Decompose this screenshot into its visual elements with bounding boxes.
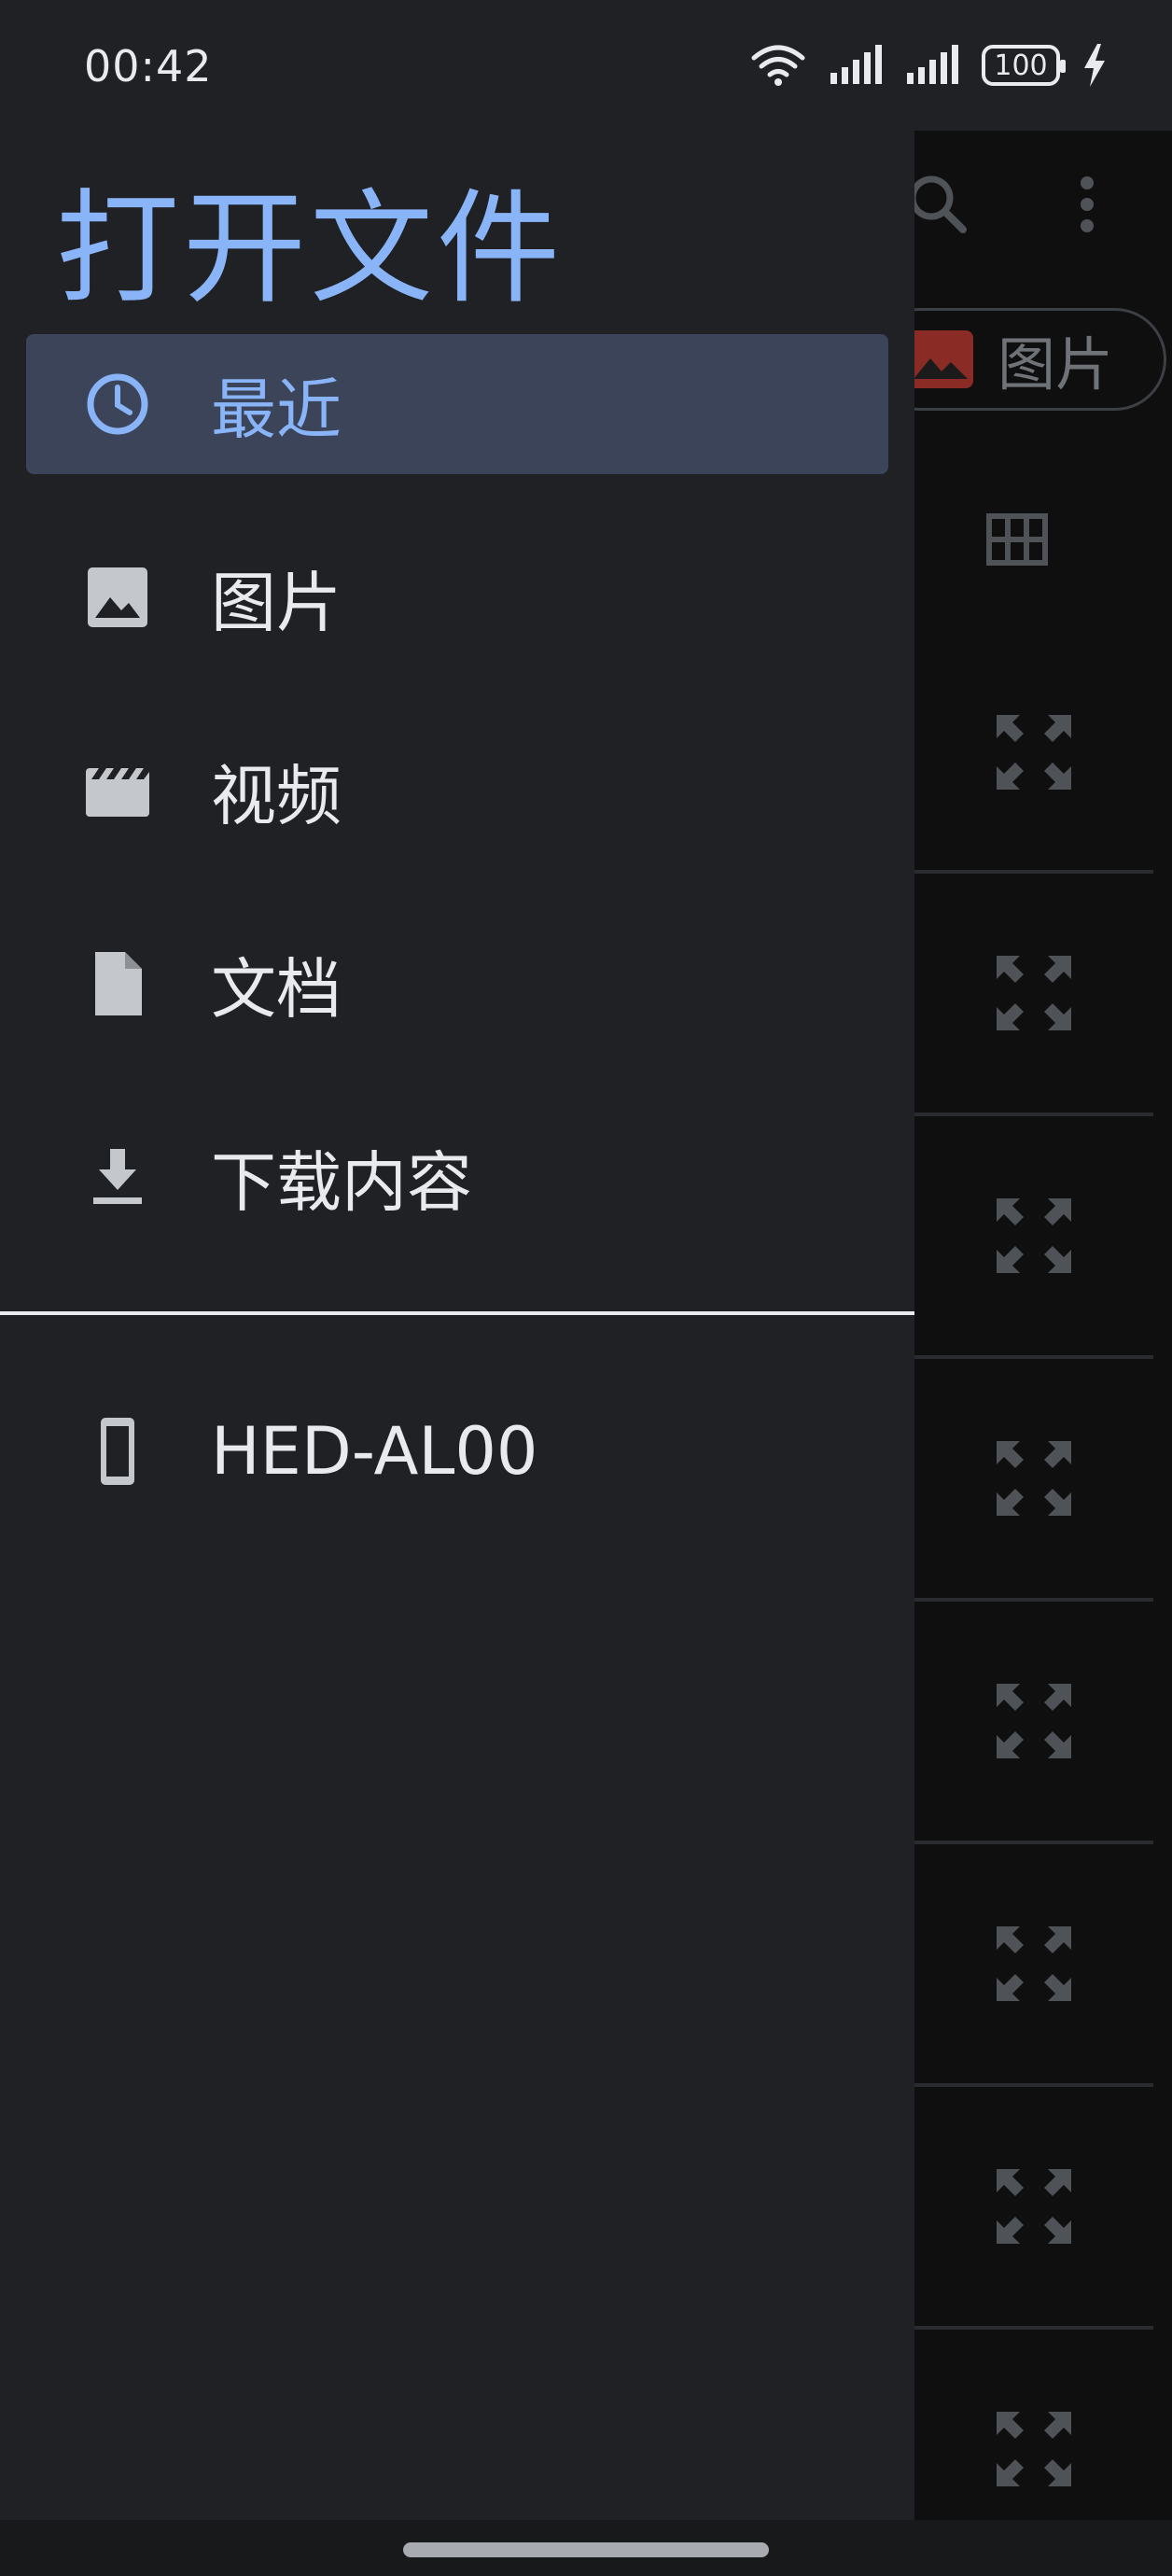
background-file-list bbox=[914, 635, 1153, 2572]
clock-icon bbox=[84, 371, 151, 438]
nav-item-recent[interactable]: 最近 bbox=[26, 334, 888, 474]
drawer-divider bbox=[0, 1311, 914, 1315]
file-card[interactable] bbox=[914, 1844, 1153, 2087]
nav-item-label: 视频 bbox=[211, 757, 342, 834]
expand-icon[interactable] bbox=[992, 951, 1076, 1035]
image-icon bbox=[908, 330, 973, 388]
file-card[interactable] bbox=[914, 1359, 1153, 1602]
signal-icon bbox=[830, 45, 882, 84]
phone-icon bbox=[84, 1418, 151, 1485]
expand-icon[interactable] bbox=[992, 1679, 1076, 1763]
expand-icon[interactable] bbox=[992, 1194, 1076, 1278]
expand-icon[interactable] bbox=[992, 710, 1076, 794]
file-card[interactable] bbox=[914, 1116, 1153, 1359]
battery-icon: 100 bbox=[982, 45, 1066, 86]
file-card[interactable] bbox=[914, 635, 1153, 874]
nav-item-label: 图片 bbox=[211, 564, 342, 641]
nav-item-label: HED-AL00 bbox=[211, 1413, 538, 1490]
battery-level: 100 bbox=[994, 49, 1048, 82]
expand-icon[interactable] bbox=[992, 2164, 1076, 2248]
charging-icon bbox=[1084, 44, 1105, 87]
file-card[interactable] bbox=[914, 874, 1153, 1116]
expand-icon[interactable] bbox=[992, 1436, 1076, 1520]
chip-label: 图片 bbox=[998, 330, 1114, 399]
document-icon bbox=[84, 950, 151, 1017]
video-icon bbox=[84, 757, 151, 824]
wifi-icon bbox=[751, 45, 805, 86]
nav-item-images[interactable]: 图片 bbox=[26, 527, 888, 667]
expand-icon[interactable] bbox=[992, 1922, 1076, 2006]
nav-item-device[interactable]: HED-AL00 bbox=[26, 1381, 888, 1521]
search-icon[interactable] bbox=[905, 172, 970, 237]
gesture-handle[interactable] bbox=[403, 2542, 769, 2557]
navigation-drawer: 打开文件 最近 图片 视频 文档 下载内容 HED-AL00 bbox=[0, 0, 914, 2576]
status-bar: 00:42 100 bbox=[0, 0, 1172, 131]
more-options-icon[interactable] bbox=[1064, 172, 1110, 237]
expand-icon[interactable] bbox=[992, 2407, 1076, 2491]
signal-icon bbox=[907, 45, 958, 84]
image-icon bbox=[84, 564, 151, 631]
nav-item-videos[interactable]: 视频 bbox=[26, 721, 888, 861]
file-card[interactable] bbox=[914, 2087, 1153, 2330]
grid-view-icon[interactable] bbox=[984, 511, 1050, 567]
nav-item-documents[interactable]: 文档 bbox=[26, 914, 888, 1054]
nav-item-label: 最近 bbox=[211, 371, 342, 448]
status-time: 00:42 bbox=[84, 41, 213, 91]
file-card[interactable] bbox=[914, 1602, 1153, 1844]
drawer-title: 打开文件 bbox=[56, 177, 564, 321]
nav-item-downloads[interactable]: 下载内容 bbox=[26, 1107, 888, 1247]
download-icon bbox=[84, 1143, 151, 1211]
status-icons: 100 bbox=[750, 39, 1107, 91]
nav-item-label: 下载内容 bbox=[211, 1143, 472, 1221]
gesture-bar-area bbox=[0, 2520, 1172, 2576]
nav-item-label: 文档 bbox=[211, 950, 342, 1028]
screen: 图片 打开文件 最近 图片 视频 文档 下载内容 HED-AL00 00:42 … bbox=[0, 0, 1172, 2576]
